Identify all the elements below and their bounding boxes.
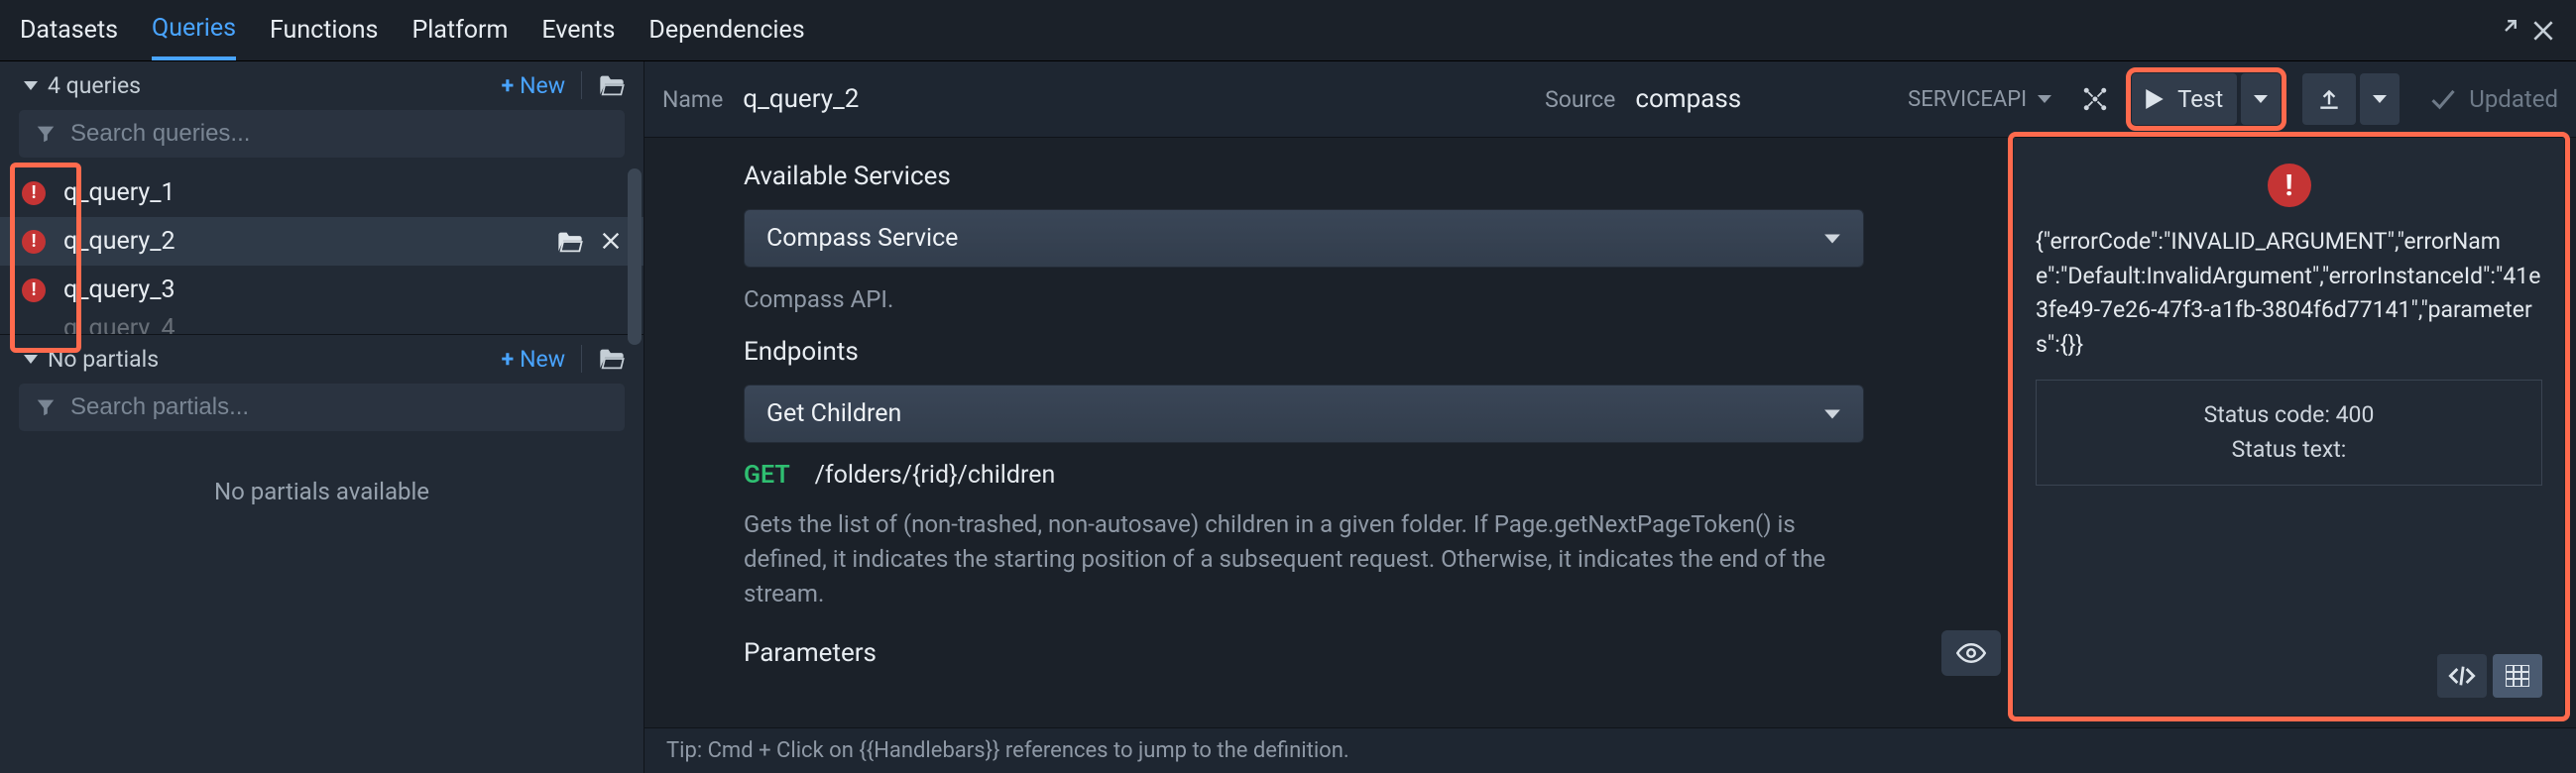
new-query-button[interactable]: + New [502, 72, 565, 99]
test-dropdown-button[interactable] [2241, 73, 2281, 125]
tab-datasets[interactable]: Datasets [20, 2, 118, 58]
endpoint-description: Gets the list of (non-trashed, non-autos… [744, 507, 1864, 610]
updated-status: Updated [2419, 85, 2558, 113]
preview-toggle-button[interactable] [1941, 630, 2001, 676]
search-partials-box[interactable] [18, 383, 626, 432]
sidebar: 4 queries + New [0, 61, 644, 773]
service-select[interactable]: Compass Service [744, 209, 1864, 268]
caret-down-icon [24, 81, 38, 90]
divider [581, 71, 582, 99]
query-row[interactable]: ! q_query_2 [0, 217, 644, 266]
result-panel: ! {"errorCode":"INVALID_ARGUMENT","error… [2014, 138, 2564, 716]
code-view-button[interactable] [2437, 654, 2487, 698]
annotation-highlight: Test [2130, 71, 2283, 127]
search-partials-input[interactable] [70, 393, 609, 421]
folder-open-icon[interactable] [556, 230, 584, 254]
query-list: ! q_query_1 ! q_query_2 [0, 168, 644, 334]
service-hint: Compass API. [744, 285, 1974, 313]
caret-down-icon [24, 355, 38, 364]
query-name: q_query_1 [63, 178, 622, 207]
check-icon [2429, 87, 2457, 111]
query-row[interactable]: ! q_query_1 [0, 168, 644, 217]
error-json-text: {"errorCode":"INVALID_ARGUMENT","errorNa… [2036, 225, 2542, 362]
status-text-line: Status text: [2054, 433, 2523, 468]
error-icon: ! [22, 278, 46, 302]
upload-icon [2316, 86, 2342, 112]
query-row[interactable]: ! q_query_4 [0, 314, 644, 334]
query-toolbar: Name q_query_2 Source compass SERVICEAPI [644, 61, 2576, 138]
close-icon[interactable] [2530, 18, 2556, 44]
status-box: Status code: 400 Status text: [2036, 380, 2542, 486]
play-icon [2146, 89, 2164, 109]
footer-tip: Tip: Cmd + Click on {{Handlebars}} refer… [644, 727, 2576, 773]
chevron-down-icon [2037, 93, 2052, 105]
upload-button[interactable] [2302, 73, 2356, 125]
code-icon [2448, 666, 2476, 686]
endpoint-method: GET [744, 461, 790, 490]
divider [581, 345, 582, 373]
chevron-down-icon [1823, 407, 1841, 421]
endpoint-select-value: Get Children [766, 399, 901, 428]
query-name: q_query_3 [63, 276, 622, 304]
available-services-label: Available Services [744, 162, 1974, 191]
parameters-label: Parameters [744, 638, 1974, 668]
filter-icon [35, 123, 57, 145]
chevron-down-icon [2253, 93, 2269, 105]
tab-queries[interactable]: Queries [152, 0, 236, 60]
partials-count-label: No partials [48, 346, 159, 373]
name-label: Name [662, 86, 723, 113]
source-value[interactable]: compass [1635, 84, 1741, 114]
table-view-button[interactable] [2493, 654, 2542, 698]
plus-icon: + [502, 346, 515, 373]
chevron-down-icon [1823, 232, 1841, 246]
query-form: Available Services Compass Service Compa… [644, 138, 2014, 727]
eye-icon [1956, 642, 1986, 664]
queries-section-header[interactable]: 4 queries + New [0, 61, 644, 109]
tab-platform[interactable]: Platform [411, 2, 508, 58]
queries-count-label: 4 queries [48, 72, 141, 99]
error-icon: ! [22, 230, 46, 254]
api-mode-dropdown[interactable]: SERVICEAPI [1900, 83, 2060, 116]
chevron-down-icon [2372, 93, 2388, 105]
folder-open-icon[interactable] [598, 73, 626, 97]
endpoint-select[interactable]: Get Children [744, 385, 1864, 443]
folder-open-icon[interactable] [598, 347, 626, 371]
source-label: Source [1545, 86, 1615, 113]
search-queries-box[interactable] [18, 109, 626, 159]
expand-icon[interactable] [2493, 18, 2518, 44]
tab-events[interactable]: Events [541, 2, 615, 58]
service-select-value: Compass Service [766, 224, 958, 253]
new-partial-button[interactable]: + New [502, 346, 565, 373]
search-queries-input[interactable] [70, 120, 609, 148]
status-code-line: Status code: 400 [2054, 398, 2523, 433]
new-partial-label: New [520, 346, 565, 373]
error-icon: ! [22, 181, 46, 205]
api-mode-label: SERVICEAPI [1908, 87, 2027, 112]
top-tab-bar: Datasets Queries Functions Platform Even… [0, 0, 2576, 61]
updated-label: Updated [2469, 85, 2558, 113]
upload-dropdown-button[interactable] [2360, 73, 2400, 125]
endpoint-path: /folders/{rid}/children [815, 461, 1056, 490]
test-button-label: Test [2177, 85, 2223, 113]
partials-empty-label: No partials available [0, 442, 644, 541]
filter-icon [35, 396, 57, 418]
auto-link-icon[interactable] [2080, 84, 2110, 114]
plus-icon: + [502, 72, 515, 99]
new-query-label: New [520, 72, 565, 99]
tab-functions[interactable]: Functions [270, 2, 378, 58]
partials-section-header[interactable]: No partials + New [0, 335, 644, 383]
close-icon[interactable] [600, 230, 622, 254]
table-icon [2506, 665, 2529, 687]
tab-dependencies[interactable]: Dependencies [648, 2, 804, 58]
query-name: q_query_2 [63, 227, 538, 256]
error-icon: ! [2268, 164, 2311, 207]
query-row[interactable]: ! q_query_3 [0, 266, 644, 314]
test-button[interactable]: Test [2132, 73, 2237, 125]
query-name: q_query_4 [63, 314, 622, 334]
name-value[interactable]: q_query_2 [743, 84, 859, 114]
endpoints-label: Endpoints [744, 337, 1974, 367]
